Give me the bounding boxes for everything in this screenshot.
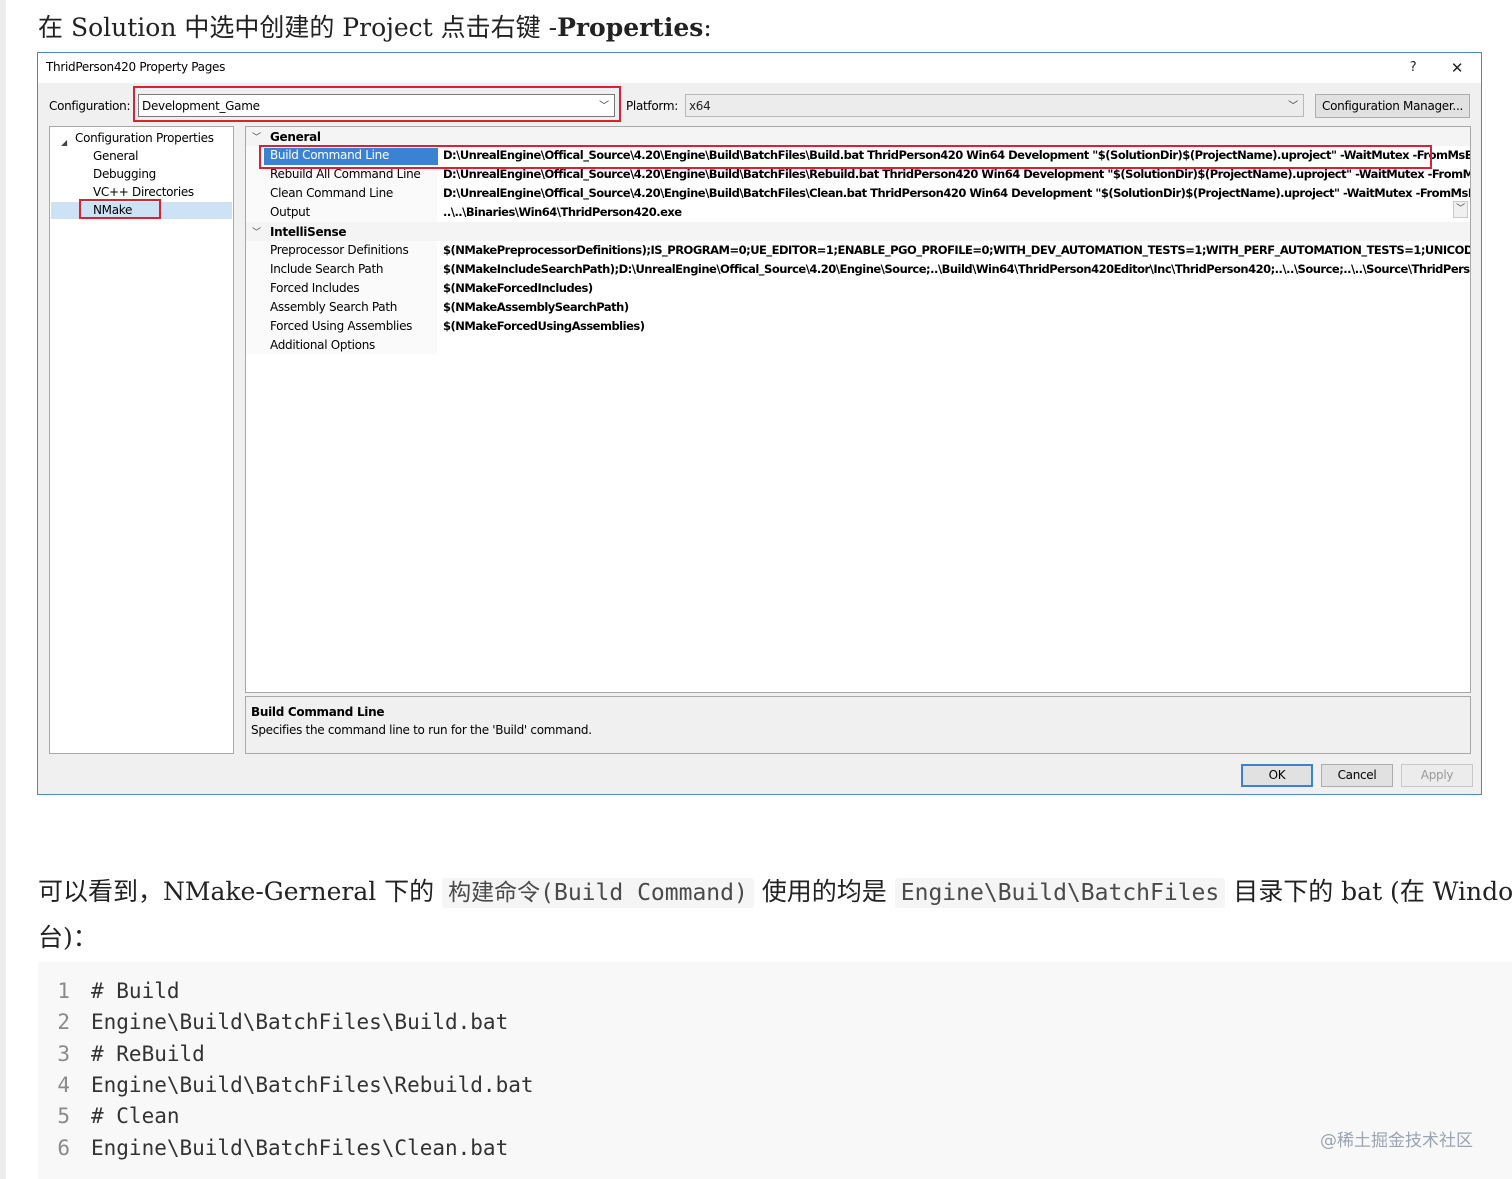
intro-text: 在 Solution 中选中创建的 Project 点击右键 - bbox=[38, 13, 558, 42]
prop-value-forced-using-assemblies[interactable]: $(NMakeForcedUsingAssemblies) bbox=[443, 317, 645, 336]
nmake-highlight-box bbox=[79, 199, 161, 219]
chevron-down-icon[interactable]: ﹀ bbox=[252, 130, 261, 143]
paragraph-text: 使用的均是 bbox=[753, 877, 895, 906]
tree-item-configuration-properties[interactable]: Configuration Properties bbox=[75, 130, 214, 147]
intro-suffix: : bbox=[703, 13, 712, 42]
platform-label: Platform: bbox=[626, 99, 678, 113]
prop-value-forced-includes[interactable]: $(NMakeForcedIncludes) bbox=[443, 279, 593, 298]
code-text: Engine\Build\BatchFiles\Clean.bat bbox=[91, 1136, 509, 1160]
body-paragraph-continued: 台)： bbox=[38, 923, 98, 952]
prop-name-additional-options[interactable]: Additional Options bbox=[270, 336, 375, 355]
property-grid: ﹀ General Build Command Line D:\UnrealEn… bbox=[245, 126, 1471, 693]
prop-name-include-search-path[interactable]: Include Search Path bbox=[270, 260, 384, 279]
apply-button[interactable]: Apply bbox=[1401, 764, 1473, 787]
build-command-highlight-box bbox=[259, 145, 1432, 169]
paragraph-text: 目录下的 bat (在 Windows 平 bbox=[1233, 877, 1512, 906]
prop-name-output[interactable]: Output bbox=[270, 203, 310, 222]
code-text: Engine\Build\BatchFiles\Rebuild.bat bbox=[91, 1073, 534, 1097]
property-tree: ◢ Configuration Properties General Debug… bbox=[49, 126, 234, 754]
code-block: 1 # Build 2 Engine\Build\BatchFiles\Build.… bbox=[38, 962, 1512, 1179]
prop-name-preprocessor-definitions[interactable]: Preprocessor Definitions bbox=[270, 241, 409, 260]
tree-item-general[interactable]: General bbox=[93, 148, 139, 165]
platform-select[interactable]: x64 ﹀ bbox=[685, 94, 1304, 117]
help-button[interactable]: ? bbox=[1393, 56, 1433, 80]
line-number: 1 bbox=[57, 979, 70, 1003]
dialog-title: ThridPerson420 Property Pages bbox=[46, 60, 226, 74]
category-general-label: General bbox=[270, 130, 321, 144]
close-button[interactable]: ✕ bbox=[1437, 56, 1477, 80]
chevron-down-icon[interactable]: ﹀ bbox=[252, 225, 261, 238]
paragraph-text: 可以看到，NMake-Gerneral 下的 bbox=[38, 877, 443, 906]
line-number: 2 bbox=[57, 1010, 70, 1034]
page-edge bbox=[0, 0, 6, 1179]
description-panel: Build Command Line Specifies the command… bbox=[245, 696, 1471, 754]
code-text: Engine\Build\BatchFiles\Build.bat bbox=[91, 1010, 509, 1034]
code-text: # ReBuild bbox=[91, 1042, 205, 1066]
prop-name-clean-command-line[interactable]: Clean Command Line bbox=[270, 184, 393, 203]
configuration-highlight-box bbox=[133, 86, 621, 122]
configuration-manager-button[interactable]: Configuration Manager... bbox=[1315, 94, 1470, 118]
line-number: 6 bbox=[57, 1136, 70, 1160]
prop-name-forced-includes[interactable]: Forced Includes bbox=[270, 279, 360, 298]
description-title: Build Command Line bbox=[251, 705, 385, 719]
line-number: 3 bbox=[57, 1042, 70, 1066]
category-intellisense[interactable]: ﹀ IntelliSense bbox=[246, 222, 1470, 241]
intro-bold: Properties bbox=[557, 13, 704, 42]
watermark: @稀土掘金技术社区 bbox=[1320, 1131, 1473, 1151]
tree-item-debugging[interactable]: Debugging bbox=[93, 166, 156, 183]
platform-value: x64 bbox=[689, 99, 711, 113]
body-paragraph: 可以看到，NMake-Gerneral 下的 构建命令(Build Comman… bbox=[38, 876, 1512, 909]
ok-button[interactable]: OK bbox=[1241, 764, 1313, 787]
configuration-label: Configuration: bbox=[49, 99, 131, 113]
prop-name-assembly-search-path[interactable]: Assembly Search Path bbox=[270, 298, 397, 317]
property-pages-dialog: ThridPerson420 Property Pages ? ✕ Config… bbox=[37, 52, 1482, 795]
prop-value-preprocessor-definitions[interactable]: $(NMakePreprocessorDefinitions);IS_PROGR… bbox=[443, 241, 1470, 260]
code-text: # Build bbox=[91, 979, 180, 1003]
dialog-titlebar: ThridPerson420 Property Pages ? ✕ bbox=[38, 53, 1481, 83]
intro-paragraph: 在 Solution 中选中创建的 Project 点击右键 -Properti… bbox=[38, 12, 712, 44]
category-intellisense-label: IntelliSense bbox=[270, 225, 347, 239]
value-dropdown-button[interactable]: ﹀ bbox=[1453, 201, 1468, 218]
code-text: # Clean bbox=[91, 1104, 180, 1128]
prop-value-include-search-path[interactable]: $(NMakeIncludeSearchPath);D:\UnrealEngin… bbox=[443, 260, 1470, 279]
inline-code: Engine\Build\BatchFiles bbox=[894, 878, 1226, 908]
tree-collapse-icon[interactable]: ◢ bbox=[61, 138, 67, 147]
prop-value-assembly-search-path[interactable]: $(NMakeAssemblySearchPath) bbox=[443, 298, 629, 317]
line-number: 5 bbox=[57, 1104, 70, 1128]
prop-value-clean-command-line[interactable]: D:\UnrealEngine\Offical_Source\4.20\Engi… bbox=[443, 184, 1470, 203]
prop-name-forced-using-assemblies[interactable]: Forced Using Assemblies bbox=[270, 317, 412, 336]
cancel-button[interactable]: Cancel bbox=[1321, 764, 1393, 787]
line-number: 4 bbox=[57, 1073, 70, 1097]
description-text: Specifies the command line to run for th… bbox=[251, 723, 592, 737]
prop-value-output[interactable]: ..\..\Binaries\Win64\ThridPerson420.exe bbox=[443, 203, 682, 222]
chevron-down-icon: ﹀ bbox=[1288, 101, 1298, 112]
inline-code: 构建命令(Build Command) bbox=[442, 878, 754, 908]
category-general[interactable]: ﹀ General bbox=[246, 127, 1470, 146]
